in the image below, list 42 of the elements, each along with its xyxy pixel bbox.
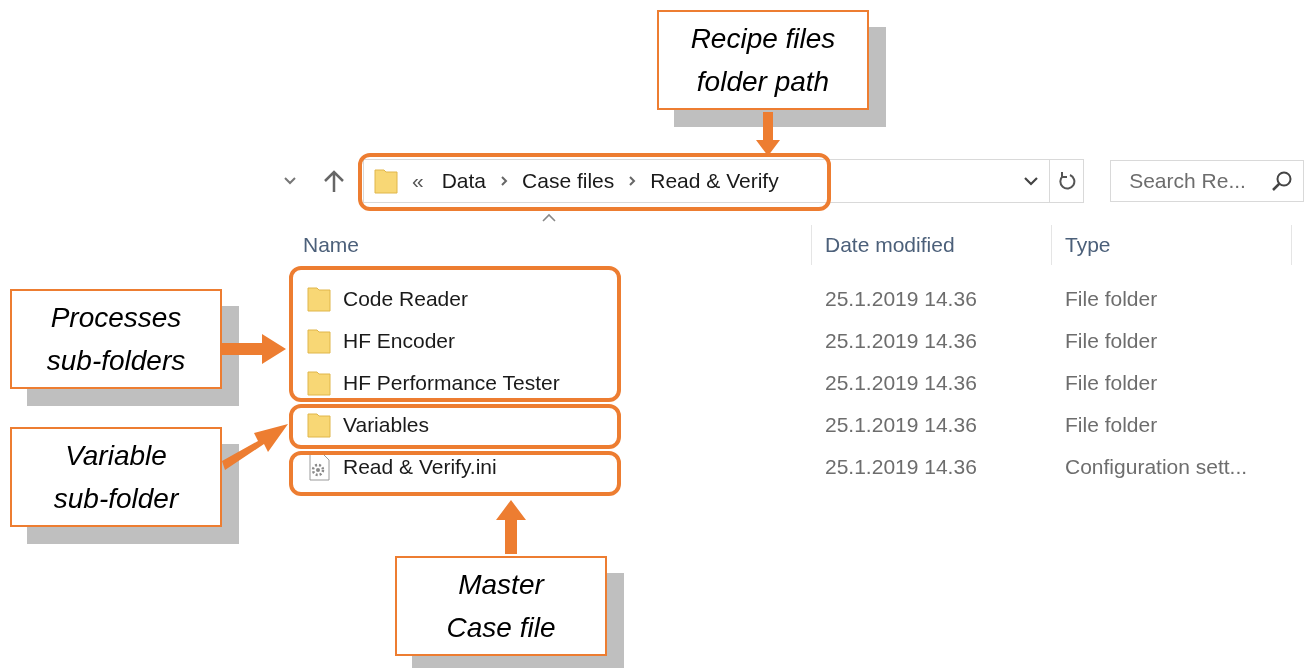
- file-name[interactable]: Variables: [343, 413, 643, 437]
- right-arrow: [222, 334, 286, 364]
- breadcrumb-item[interactable]: Case files: [522, 169, 615, 193]
- folder-icon: [374, 168, 398, 194]
- folder-icon: [307, 328, 331, 354]
- file-type: File folder: [1064, 413, 1159, 437]
- date-modified: 25.1.2019 14.36: [824, 455, 978, 479]
- date-modified: 25.1.2019 14.36: [824, 371, 978, 395]
- file-type: File folder: [1064, 371, 1159, 395]
- file-name[interactable]: Read & Verify.ini: [343, 455, 643, 479]
- up-arrow: [496, 500, 526, 554]
- column-header[interactable]: Type: [1052, 225, 1292, 265]
- column-header[interactable]: Name: [283, 225, 812, 265]
- date-modified: 25.1.2019 14.36: [824, 413, 978, 437]
- breadcrumb-item[interactable]: Data: [441, 169, 487, 193]
- settings-file-icon: [307, 453, 331, 481]
- file-name[interactable]: HF Performance Tester: [343, 371, 643, 395]
- sort-caret-icon: [541, 213, 557, 222]
- chevron-down-icon[interactable]: [1023, 176, 1040, 186]
- search-field[interactable]: Search Re...: [1110, 160, 1304, 202]
- file-type: Configuration sett...: [1064, 455, 1249, 479]
- overflow-marker[interactable]: «: [412, 169, 424, 193]
- breadcrumb-separator-icon[interactable]: [500, 175, 509, 187]
- folder-icon: [307, 286, 331, 312]
- breadcrumb-item[interactable]: Read & Verify: [650, 169, 779, 193]
- search-input[interactable]: Search Re...: [1127, 168, 1262, 194]
- file-name[interactable]: Code Reader: [343, 287, 643, 311]
- file-name[interactable]: HF Encoder: [343, 329, 643, 353]
- folder-icon: [307, 412, 331, 438]
- file-type: File folder: [1064, 287, 1159, 311]
- breadcrumb-separator-icon[interactable]: [628, 175, 637, 187]
- folder-icon: [307, 370, 331, 396]
- up-arrow-icon[interactable]: [323, 169, 345, 193]
- chevron-down-icon[interactable]: [283, 176, 297, 186]
- date-modified: 25.1.2019 14.36: [824, 287, 978, 311]
- address-bar[interactable]: « Data Case files Read & Verify: [363, 159, 1085, 203]
- file-type: File folder: [1064, 329, 1159, 353]
- refresh-icon: [1057, 170, 1076, 192]
- column-header[interactable]: Date modified: [812, 225, 1052, 265]
- date-modified: 25.1.2019 14.36: [824, 329, 978, 353]
- down-arrow: [756, 112, 780, 156]
- search-icon: [1271, 170, 1293, 192]
